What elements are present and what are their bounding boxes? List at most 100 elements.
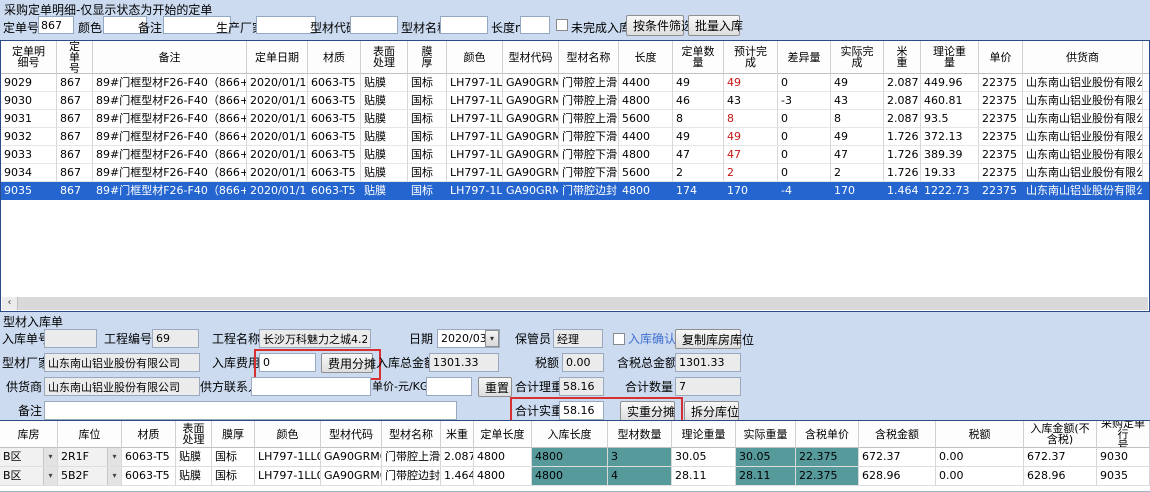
column-header[interactable]: 采购定单行 号 (1097, 421, 1150, 448)
total-qty-input[interactable] (675, 377, 741, 396)
tax-input[interactable] (562, 353, 604, 372)
column-header[interactable]: 含税单价 (796, 421, 859, 448)
cell: 22375 (979, 128, 1023, 146)
calendar-dropdown-icon[interactable]: ▾ (485, 330, 499, 347)
table-row[interactable]: 903286789#门框型材F26-F40（866+867）2020/01/13… (1, 128, 1149, 146)
chevron-down-icon[interactable]: ▾ (107, 448, 121, 466)
inbound-confirm-checkbox[interactable] (613, 333, 625, 345)
column-header[interactable]: 型材数量 (608, 421, 672, 448)
column-header[interactable]: 库房 (0, 421, 58, 448)
unfinished-checkbox-label: 未完成入库 (571, 19, 631, 36)
manufacturer-input[interactable] (256, 16, 316, 34)
table-row[interactable]: 903586789#门框型材F26-F40（866+867）2020/01/13… (1, 182, 1149, 200)
column-header[interactable]: 材质 (122, 421, 176, 448)
length-filter-input[interactable] (520, 16, 550, 34)
column-header[interactable]: 含税金额 (859, 421, 936, 448)
inbound-fee-input[interactable] (259, 353, 316, 372)
column-header[interactable]: 库位 (58, 421, 122, 448)
column-header[interactable]: 表面 处理 (176, 421, 212, 448)
table-row[interactable]: 903386789#门框型材F26-F40（866+867）2020/01/13… (1, 146, 1149, 164)
column-header[interactable]: 型材名称 (559, 41, 619, 74)
column-header[interactable]: 定 单 号 (57, 41, 93, 74)
column-header[interactable]: 入库金额(不 含税) (1024, 421, 1097, 448)
cell: 49 (673, 128, 724, 146)
column-header[interactable]: 实际重量 (736, 421, 796, 448)
table-row[interactable]: 903086789#门框型材F26-F40（866+867）2020/01/13… (1, 92, 1149, 110)
column-header[interactable]: 税额 (936, 421, 1024, 448)
column-header[interactable]: 理论重量 (672, 421, 736, 448)
column-header[interactable]: 定单数 量 (673, 41, 724, 74)
column-header[interactable]: 入库长度 (532, 421, 608, 448)
column-header[interactable]: 型材名称 (382, 421, 441, 448)
column-header[interactable]: 米重 (441, 421, 474, 448)
combo-cell[interactable]: B区▾ (0, 467, 58, 486)
cell: 贴膜 (361, 74, 408, 92)
table-row[interactable]: B区▾5B2F▾6063-T5贴膜国标LH797-1LL0GA90GRM05门带… (0, 467, 1150, 486)
total-amount-input[interactable] (429, 353, 499, 372)
column-header[interactable]: 定单长度 (474, 421, 532, 448)
column-header[interactable]: 定单明 细号 (1, 41, 57, 74)
column-header[interactable]: 理论重 量 (921, 41, 979, 74)
cell: 49 (724, 74, 778, 92)
cell: 867 (57, 74, 93, 92)
profile-name-filter-input[interactable] (440, 16, 488, 34)
scroll-left-icon[interactable]: ‹ (2, 297, 18, 310)
reset-button[interactable]: 重置 (478, 377, 512, 397)
column-header[interactable]: 膜 厚 (408, 41, 447, 74)
column-header[interactable] (1143, 41, 1150, 74)
column-header[interactable]: 型材代码 (503, 41, 559, 74)
column-header[interactable]: 长度 (619, 41, 673, 74)
column-header[interactable]: 预计完 成 (724, 41, 778, 74)
combo-cell[interactable]: 2R1F▾ (58, 448, 122, 467)
cell (1143, 146, 1150, 164)
column-header[interactable]: 材质 (308, 41, 361, 74)
supplier-input[interactable] (44, 377, 200, 396)
column-header[interactable]: 颜色 (255, 421, 321, 448)
copy-warehouse-button[interactable]: 复制库房库位 (675, 329, 741, 349)
project-no-input[interactable] (152, 329, 199, 348)
unit-price-input[interactable] (426, 377, 472, 396)
table-row[interactable]: 903486789#门框型材F26-F40（866+867）2020/01/13… (1, 164, 1149, 182)
column-header[interactable]: 颜色 (447, 41, 503, 74)
column-header[interactable]: 差异量 (778, 41, 831, 74)
table-row[interactable]: 903186789#门框型材F26-F40（866+867）2020/01/13… (1, 110, 1149, 128)
supplier-contact-input[interactable] (251, 377, 371, 396)
total-theory-weight-input[interactable] (559, 377, 604, 396)
profile-code-filter-input[interactable] (350, 16, 398, 34)
column-header[interactable]: 供货商 (1023, 41, 1143, 74)
batch-inbound-button[interactable]: 批量入库 (688, 15, 740, 36)
combo-cell[interactable]: 5B2F▾ (58, 467, 122, 486)
order-no-input[interactable] (38, 16, 74, 34)
total-with-tax-input[interactable] (675, 353, 741, 372)
column-header[interactable]: 表面 处理 (361, 41, 408, 74)
chevron-down-icon[interactable]: ▾ (43, 467, 57, 485)
table-row[interactable]: 902986789#门框型材F26-F40（866+867）2020/01/13… (1, 74, 1149, 92)
tax-label: 税额 (534, 353, 559, 373)
project-name-input[interactable] (259, 329, 371, 348)
factory-input[interactable] (44, 353, 200, 372)
column-header[interactable]: 定单日期 (247, 41, 308, 74)
actual-weight-allocate-button[interactable]: 实重分摊 (620, 401, 675, 421)
filter-by-condition-button[interactable]: 按条件筛选 (626, 15, 684, 36)
keeper-input[interactable] (553, 329, 603, 348)
table-row[interactable]: B区▾2R1F▾6063-T5贴膜国标LH797-1LL0GA90GRM03门带… (0, 448, 1150, 467)
column-header[interactable]: 米 重 (884, 41, 921, 74)
cell: 山东南山铝业股份有限公司 (1023, 128, 1143, 146)
column-header[interactable]: 备注 (93, 41, 247, 74)
total-actual-weight-input[interactable] (559, 401, 604, 420)
receipt-no-input[interactable] (44, 329, 97, 348)
column-header[interactable]: 实际完 成 (831, 41, 884, 74)
cell: 6063-T5 (308, 146, 361, 164)
chevron-down-icon[interactable]: ▾ (107, 467, 121, 485)
cell: GA90GRM03 (503, 74, 559, 92)
unfinished-checkbox[interactable] (556, 19, 568, 31)
column-header[interactable]: 型材代码 (321, 421, 382, 448)
column-header[interactable]: 膜厚 (212, 421, 255, 448)
combo-cell[interactable]: B区▾ (0, 448, 58, 467)
horizontal-scrollbar[interactable]: ‹ (2, 297, 1148, 310)
remark-input[interactable] (44, 401, 457, 420)
column-header[interactable]: 单价 (979, 41, 1023, 74)
chevron-down-icon[interactable]: ▾ (43, 448, 57, 466)
fee-allocate-button[interactable]: 费用分摊 (321, 353, 373, 373)
split-location-button[interactable]: 拆分库位 (684, 401, 739, 421)
